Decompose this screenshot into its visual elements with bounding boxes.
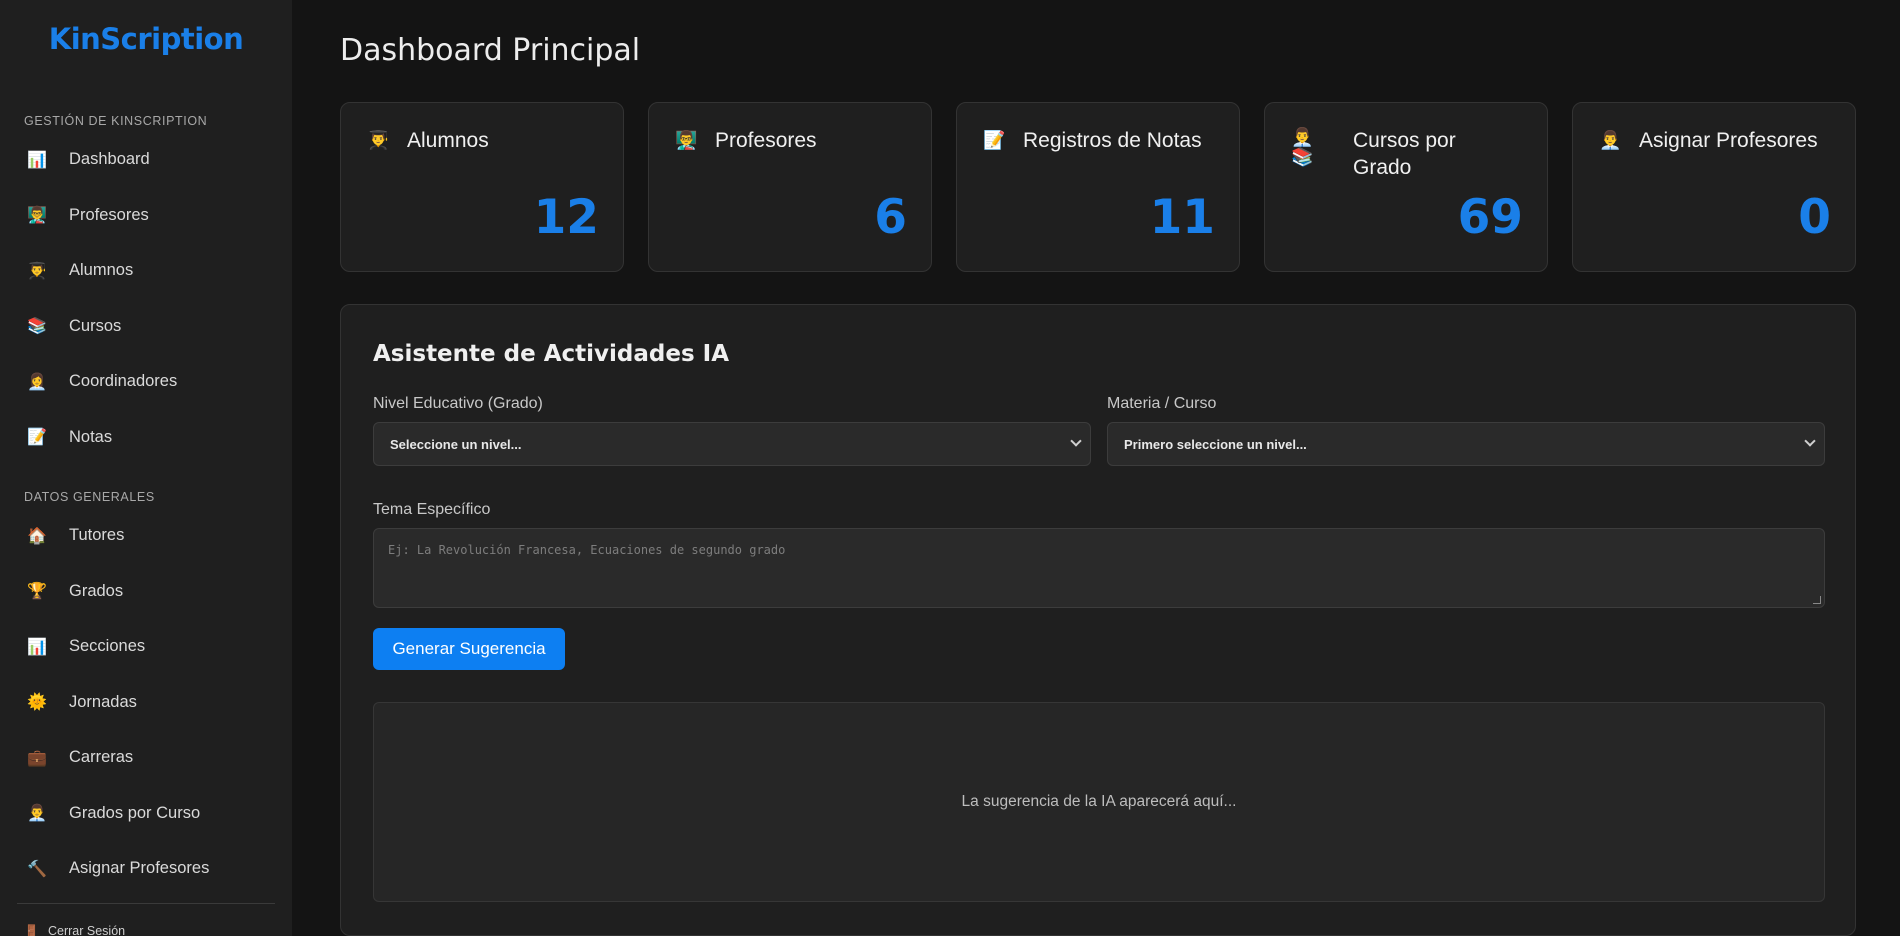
stat-card-value: 69 <box>1457 190 1523 245</box>
level-select-value: Seleccione un nivel... <box>390 436 522 452</box>
main-content: Dashboard Principal 👨‍🎓 Alumnos 12 👨‍🏫 P… <box>340 0 1856 936</box>
stat-card-profesores[interactable]: 👨‍🏫 Profesores 6 <box>648 102 932 272</box>
student-icon: 👨‍🎓 <box>367 130 390 150</box>
stat-card-label: Profesores <box>715 129 817 152</box>
sidebar-item-tutores[interactable]: 🏠 Tutores <box>17 508 275 564</box>
sidebar-item-label: Grados por Curso <box>69 803 201 822</box>
logout-label: Cerrar Sesión <box>48 923 126 936</box>
logout-link[interactable]: 🚪 Cerrar Sesión <box>17 924 275 936</box>
student-icon: 👨‍🎓 <box>27 262 47 280</box>
stat-card-cursos-por-grado[interactable]: 👨‍💼 📚 Cursos por Grado 69 <box>1264 102 1548 272</box>
sidebar-item-label: Carreras <box>69 748 134 767</box>
sidebar-item-label: Tutores <box>69 526 125 545</box>
teacher-icon: 👨‍🏫 <box>675 130 698 150</box>
sidebar-item-label: Asignar Profesores <box>69 859 210 878</box>
sidebar-item-notas[interactable]: 📝 Notas <box>17 410 275 466</box>
sidebar-section-gestion: GESTIÓN DE KINSCRIPTION <box>24 114 208 128</box>
house-icon: 🏠 <box>27 527 47 545</box>
stat-card-alumnos[interactable]: 👨‍🎓 Alumnos 12 <box>340 102 624 272</box>
sidebar-item-cursos[interactable]: 📚 Cursos <box>17 299 275 355</box>
level-label: Nivel Educativo (Grado) <box>373 395 543 412</box>
books-icon: 📚 <box>27 318 47 336</box>
sidebar-item-label: Profesores <box>69 205 149 224</box>
sidebar-item-label: Coordinadores <box>69 372 178 391</box>
office-worker-icon: 👨‍💼 <box>1599 130 1622 150</box>
level-select[interactable]: Seleccione un nivel... <box>373 422 1091 466</box>
sidebar-item-carreras[interactable]: 💼 Carreras <box>17 730 275 786</box>
sidebar-item-profesores[interactable]: 👨‍🏫 Profesores <box>17 188 275 244</box>
suggestion-output: La sugerencia de la IA aparecerá aquí... <box>373 702 1825 902</box>
topic-placeholder: Ej: La Revolución Francesa, Ecuaciones d… <box>388 543 786 557</box>
chart-icon: 📊 <box>27 638 47 656</box>
sidebar-item-asignar-profesores[interactable]: 🔨 Asignar Profesores <box>17 841 275 897</box>
subject-select[interactable]: Primero seleccione un nivel... <box>1107 422 1825 466</box>
sidebar-item-alumnos[interactable]: 👨‍🎓 Alumnos <box>17 243 275 299</box>
topic-label: Tema Específico <box>373 501 491 518</box>
sidebar-item-secciones[interactable]: 📊 Secciones <box>17 619 275 675</box>
chart-icon: 📊 <box>27 151 47 169</box>
sidebar-item-label: Cursos <box>69 316 122 335</box>
stat-card-value: 0 <box>1798 190 1831 245</box>
sidebar-item-label: Jornadas <box>69 692 137 711</box>
stat-card-registros-notas[interactable]: 📝 Registros de Notas 11 <box>956 102 1240 272</box>
stat-card-label: Cursos por Grado <box>1353 129 1456 179</box>
ai-assistant-panel: Asistente de Actividades IA Nivel Educat… <box>340 304 1856 936</box>
briefcase-icon: 💼 <box>27 749 47 767</box>
hammer-icon: 🔨 <box>27 860 47 878</box>
chevron-down-icon <box>1070 435 1082 447</box>
course-grade-icons: 👨‍💼 📚 <box>1291 127 1314 167</box>
office-worker-icon: 👨‍💼 <box>1291 127 1314 147</box>
subject-label: Materia / Curso <box>1107 395 1217 412</box>
stat-card-value: 6 <box>874 190 907 245</box>
chevron-down-icon <box>1804 435 1816 447</box>
trophy-icon: 🏆 <box>27 583 47 601</box>
sidebar-item-label: Notas <box>69 427 113 446</box>
sidebar-item-grados[interactable]: 🏆 Grados <box>17 564 275 620</box>
sidebar-item-label: Grados <box>69 581 124 600</box>
assistant-title: Asistente de Actividades IA <box>373 341 729 367</box>
resize-handle-icon[interactable] <box>1813 596 1821 604</box>
memo-icon: 📝 <box>27 429 47 447</box>
page-title: Dashboard Principal <box>340 33 641 68</box>
sidebar-item-label: Dashboard <box>69 150 150 169</box>
books-icon: 📚 <box>1291 147 1314 167</box>
sidebar-item-label: Secciones <box>69 637 146 656</box>
stat-card-value: 12 <box>533 190 599 245</box>
teacher-icon: 👨‍🏫 <box>27 207 47 225</box>
sidebar: KinScription GESTIÓN DE KINSCRIPTION 📊 D… <box>0 0 292 936</box>
office-worker-icon: 👨‍💼 <box>27 805 47 823</box>
sidebar-item-grados-por-curso[interactable]: 👨‍💼 Grados por Curso <box>17 786 275 842</box>
sidebar-item-coordinadores[interactable]: 👩‍💼 Coordinadores <box>17 354 275 410</box>
stat-card-value: 11 <box>1149 190 1215 245</box>
sidebar-section-datos: DATOS GENERALES <box>24 490 155 504</box>
app-logo[interactable]: KinScription <box>17 22 275 62</box>
sidebar-item-dashboard[interactable]: 📊 Dashboard <box>17 132 275 188</box>
generate-suggestion-button[interactable]: Generar Sugerencia <box>373 628 565 670</box>
suggestion-placeholder: La sugerencia de la IA aparecerá aquí... <box>961 793 1237 810</box>
office-worker-icon: 👩‍💼 <box>27 373 47 391</box>
sidebar-divider <box>17 902 275 904</box>
sidebar-item-label: Alumnos <box>69 261 134 280</box>
stat-card-label: Asignar Profesores <box>1639 129 1818 152</box>
memo-icon: 📝 <box>983 130 1006 150</box>
stat-card-label: Registros de Notas <box>1023 129 1202 152</box>
sidebar-item-jornadas[interactable]: 🌞 Jornadas <box>17 675 275 731</box>
door-icon: 🚪 <box>24 923 39 936</box>
stat-card-asignar-profesores[interactable]: 👨‍💼 Asignar Profesores 0 <box>1572 102 1856 272</box>
stat-card-label: Alumnos <box>407 129 489 152</box>
sun-icon: 🌞 <box>27 694 47 712</box>
subject-select-value: Primero seleccione un nivel... <box>1124 436 1307 452</box>
topic-textarea[interactable]: Ej: La Revolución Francesa, Ecuaciones d… <box>373 528 1825 608</box>
stats-cards: 👨‍🎓 Alumnos 12 👨‍🏫 Profesores 6 📝 Regist… <box>340 102 1856 272</box>
